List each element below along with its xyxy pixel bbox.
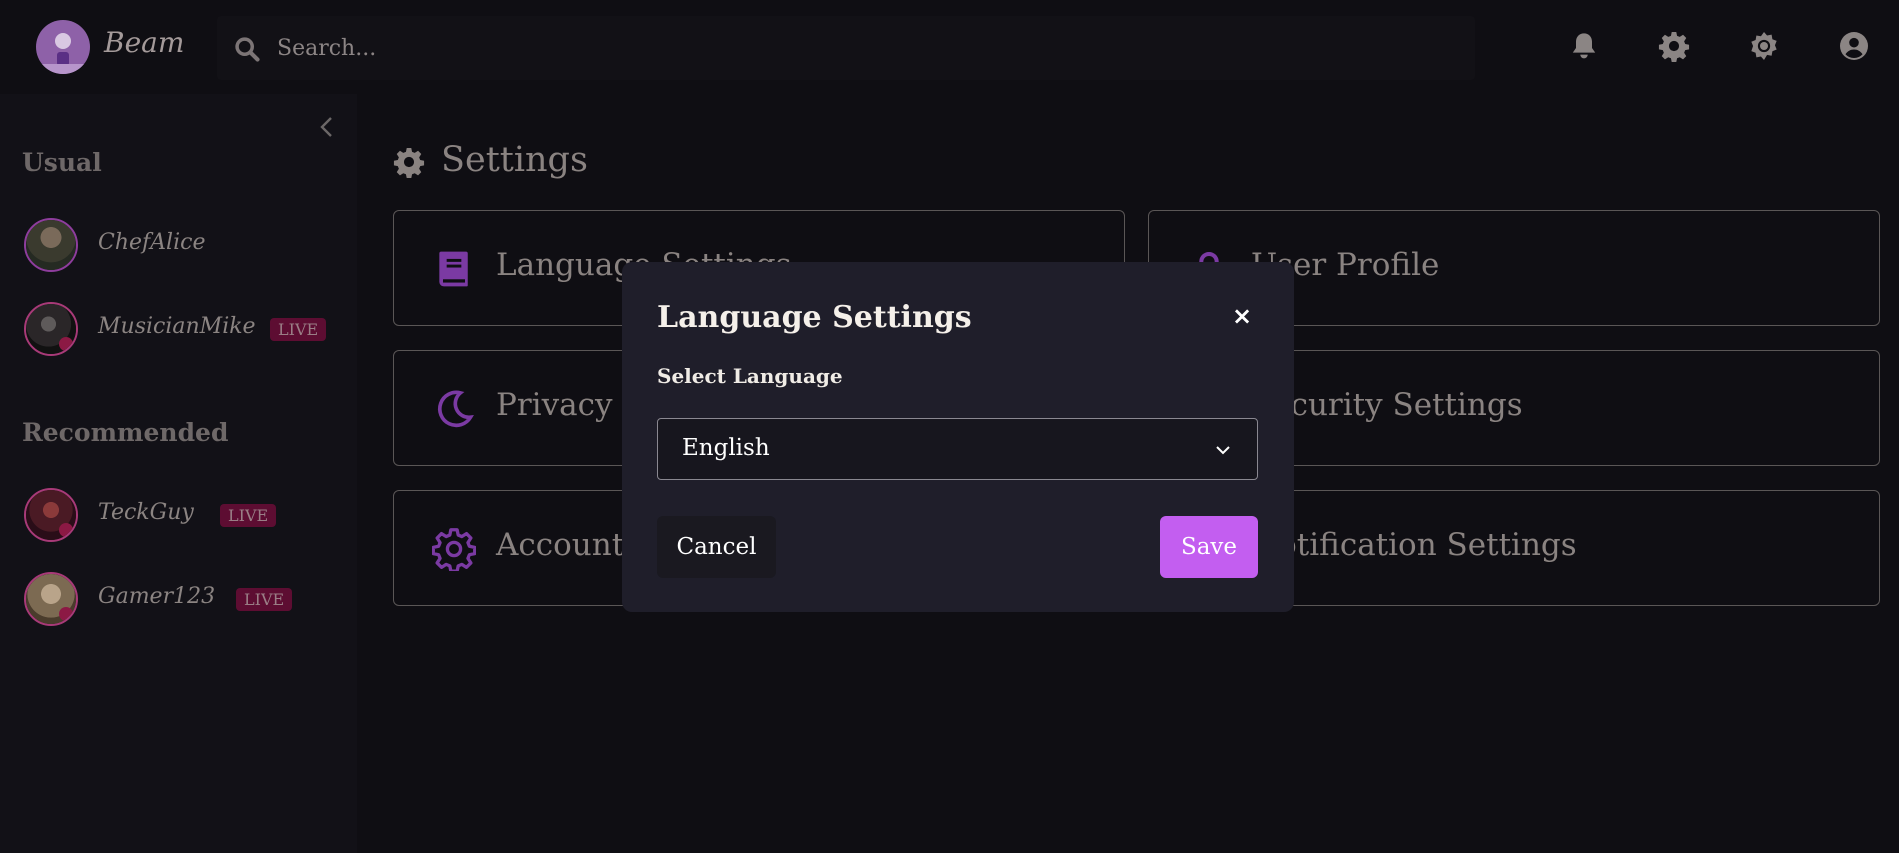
moon-icon xyxy=(437,390,474,428)
avatar xyxy=(24,572,78,626)
logo-eye xyxy=(55,33,71,49)
close-button[interactable]: × xyxy=(1228,302,1256,330)
sidebar-user-teckguy[interactable]: TeckGuy LIVE xyxy=(24,488,344,544)
sidebar-user-gamer123[interactable]: Gamer123 LIVE xyxy=(24,572,344,628)
section-title-recommended: Recommended xyxy=(22,418,229,447)
gear-icon[interactable] xyxy=(1658,30,1690,62)
sidebar-user-chefalice[interactable]: ChefAlice xyxy=(24,218,344,274)
book-icon xyxy=(439,251,468,287)
chevron-down-icon xyxy=(1216,446,1230,455)
cancel-button[interactable]: Cancel xyxy=(657,516,776,578)
gear-icon xyxy=(432,528,476,571)
avatar-image xyxy=(26,220,76,270)
live-dot xyxy=(59,523,73,537)
page-title: Settings xyxy=(441,140,588,180)
brand-name[interactable]: Beam xyxy=(104,26,184,59)
sidebar-username: ChefAlice xyxy=(98,230,206,255)
live-dot xyxy=(59,337,73,351)
sidebar-username: MusicianMike xyxy=(98,314,256,339)
search-bar[interactable] xyxy=(217,16,1475,80)
live-badge: LIVE xyxy=(236,588,293,611)
sidebar-username: TeckGuy xyxy=(98,500,194,525)
brightness-icon[interactable] xyxy=(1748,30,1780,62)
chevron-left-icon[interactable] xyxy=(316,114,338,140)
save-button[interactable]: Save xyxy=(1160,516,1258,578)
sidebar-user-musicianmike[interactable]: MusicianMike LIVE xyxy=(24,302,344,358)
search-input[interactable] xyxy=(277,30,1177,66)
bell-icon[interactable] xyxy=(1568,30,1600,62)
language-select[interactable]: English xyxy=(657,418,1258,480)
avatar xyxy=(24,488,78,542)
gear-icon xyxy=(393,148,425,178)
select-language-label: Select Language xyxy=(657,364,843,388)
live-badge: LIVE xyxy=(220,504,277,527)
modal-title: Language Settings xyxy=(657,300,972,335)
app-root: Beam Usual xyxy=(0,0,1899,853)
section-title-usual: Usual xyxy=(22,148,102,177)
language-settings-modal: Language Settings × Select Language Engl… xyxy=(622,262,1294,612)
sidebar: Usual ChefAlice MusicianMike LIVE Recomm… xyxy=(0,94,357,853)
selected-language: English xyxy=(682,435,770,461)
card-label: Notification Settings xyxy=(1251,527,1577,563)
search-icon xyxy=(235,37,260,62)
avatar xyxy=(24,302,78,356)
account-circle-icon[interactable] xyxy=(1838,30,1870,62)
sidebar-username: Gamer123 xyxy=(98,584,216,609)
logo-fringe xyxy=(36,64,90,74)
live-badge: LIVE xyxy=(270,318,327,341)
avatar xyxy=(24,218,78,272)
live-dot xyxy=(59,607,73,621)
top-bar: Beam xyxy=(0,0,1899,94)
beam-logo[interactable] xyxy=(36,20,90,74)
